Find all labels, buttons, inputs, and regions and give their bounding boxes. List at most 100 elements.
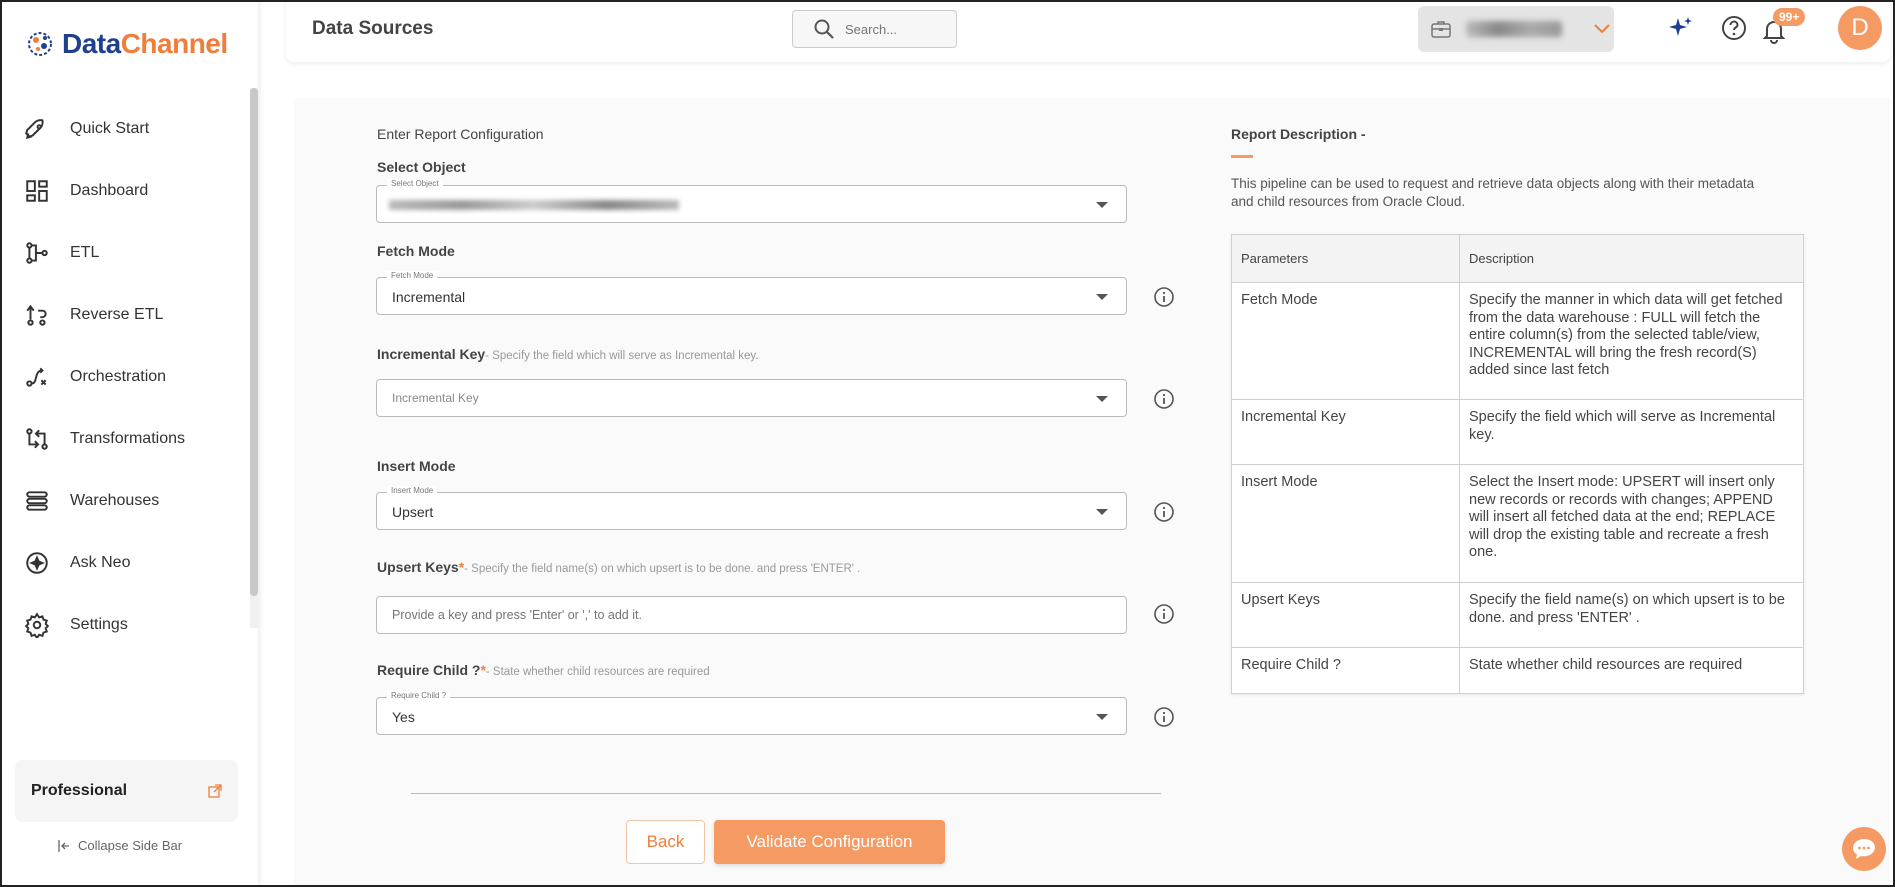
table-row: Upsert Keys Specify the field name(s) on… [1231, 582, 1804, 648]
param-cell: Incremental Key [1231, 399, 1460, 465]
sparkle-ai-icon[interactable] [1666, 14, 1694, 42]
sidebar-item-label: Reverse ETL [70, 306, 164, 323]
sidebar-item-label: Ask Neo [70, 554, 131, 571]
plan-card[interactable]: Professional [15, 760, 238, 822]
chevron-down-icon [1594, 24, 1610, 34]
validate-configuration-button[interactable]: Validate Configuration [714, 820, 945, 864]
collapse-sidebar-button[interactable]: Collapse Side Bar [58, 838, 182, 853]
info-icon[interactable] [1153, 706, 1175, 728]
sidebar-item-label: Orchestration [70, 368, 167, 385]
sidebar-item-label: Dashboard [70, 182, 149, 199]
param-cell: Upsert Keys [1231, 582, 1460, 648]
sidebar: DataChannel Quick Start Dashboard ETL Re… [0, 0, 258, 887]
upsert-keys-input[interactable] [377, 597, 1126, 633]
logo[interactable]: DataChannel [24, 28, 228, 60]
sidebar-item-dashboard[interactable]: Dashboard [0, 160, 250, 222]
logo-icon [28, 32, 52, 56]
upsert-keys-hint: - Specify the field name(s) on which ups… [464, 563, 861, 575]
require-child-value: Yes [392, 709, 415, 725]
fetch-mode-dropdown[interactable]: Fetch Mode Incremental [376, 271, 1127, 315]
external-link-icon[interactable] [208, 784, 222, 798]
upsert-keys-label-text: Upsert Keys [377, 559, 459, 575]
caret-down-icon [1096, 396, 1108, 402]
transformations-icon [26, 428, 48, 450]
logo-text-channel: Channel [120, 28, 228, 59]
top-header: Data Sources 99+ D [286, 0, 1890, 62]
table-header-row: Parameters Description [1231, 234, 1804, 283]
table-header-cell: Description [1459, 234, 1804, 283]
insert-mode-label: Insert Mode [377, 458, 456, 474]
search-box[interactable] [792, 10, 957, 48]
require-child-dropdown[interactable]: Require Child ? Yes [376, 691, 1127, 735]
caret-down-icon [1096, 202, 1108, 208]
sidebar-item-warehouses[interactable]: Warehouses [0, 470, 250, 532]
account-name-redacted [1466, 21, 1562, 37]
fetch-mode-label: Fetch Mode [377, 243, 455, 259]
require-child-float-label: Require Child ? [387, 691, 451, 700]
sidebar-item-reverse-etl[interactable]: Reverse ETL [0, 284, 250, 346]
fetch-mode-float-label: Fetch Mode [387, 271, 438, 280]
incremental-key-placeholder: Incremental Key [392, 391, 479, 405]
incremental-key-label: Incremental Key- Specify the field which… [377, 346, 759, 362]
select-object-value-redacted [389, 200, 679, 210]
chat-icon [1853, 839, 1875, 859]
incremental-key-label-text: Incremental Key [377, 346, 486, 362]
table-row: Incremental Key Specify the field which … [1231, 399, 1804, 465]
upsert-keys-label: Upsert Keys*- Specify the field name(s) … [377, 559, 860, 575]
sidebar-item-label: Warehouses [70, 492, 160, 509]
desc-cell: Specify the field name(s) on which upser… [1459, 582, 1804, 648]
sidebar-item-etl[interactable]: ETL [0, 222, 250, 284]
report-description-text: This pipeline can be used to request and… [1231, 176, 1755, 209]
table-header-cell: Parameters [1231, 234, 1460, 283]
info-icon[interactable] [1153, 501, 1175, 523]
logo-text-data: Data [62, 28, 121, 59]
info-icon[interactable] [1153, 603, 1175, 625]
sidebar-item-transformations[interactable]: Transformations [0, 408, 250, 470]
sidebar-nav: Quick Start Dashboard ETL Reverse ETL Or… [0, 98, 250, 656]
sidebar-item-settings[interactable]: Settings [0, 594, 250, 656]
table-row: Insert Mode Select the Insert mode: UPSE… [1231, 464, 1804, 583]
avatar[interactable]: D [1838, 6, 1882, 50]
help-icon[interactable] [1720, 14, 1748, 42]
gear-icon [24, 612, 50, 638]
sidebar-item-label: Transformations [70, 430, 185, 447]
desc-cell: State whether child resources are requir… [1459, 647, 1804, 694]
sidebar-item-orchestration[interactable]: Orchestration [0, 346, 250, 408]
sidebar-item-label: ETL [70, 244, 100, 261]
param-cell: Require Child ? [1231, 647, 1460, 694]
report-description-title: Report Description - [1231, 126, 1366, 142]
back-button[interactable]: Back [626, 820, 705, 864]
upsert-keys-field[interactable] [376, 596, 1127, 634]
desc-cell: Specify the field which will serve as In… [1459, 399, 1804, 465]
caret-down-icon [1096, 294, 1108, 300]
insert-mode-dropdown[interactable]: Insert Mode Upsert [376, 486, 1127, 530]
caret-down-icon [1096, 714, 1108, 720]
require-child-hint: - State whether child resources are requ… [485, 666, 710, 678]
collapse-left-icon [58, 839, 69, 852]
sidebar-item-ask-neo[interactable]: Ask Neo [0, 532, 250, 594]
table-row: Fetch Mode Specify the manner in which d… [1231, 282, 1804, 400]
sidebar-item-quick-start[interactable]: Quick Start [0, 98, 250, 160]
incremental-key-hint: - Specify the field which will serve as … [485, 350, 759, 362]
sidebar-scrollbar-thumb[interactable] [250, 88, 258, 596]
select-object-label: Select Object [377, 159, 466, 175]
chat-support-button[interactable] [1842, 827, 1886, 871]
require-child-label-text: Require Child ? [377, 662, 481, 678]
account-selector[interactable] [1418, 6, 1614, 52]
page-title: Data Sources [312, 18, 434, 39]
info-icon[interactable] [1153, 388, 1175, 410]
param-cell: Insert Mode [1231, 464, 1460, 583]
plan-name: Professional [31, 782, 128, 799]
etl-icon [26, 242, 48, 264]
search-icon [814, 19, 834, 39]
section-title: Enter Report Configuration [377, 126, 544, 142]
param-cell: Fetch Mode [1231, 282, 1460, 400]
select-object-dropdown[interactable]: Select Object [376, 179, 1127, 223]
require-child-label: Require Child ?*- State whether child re… [377, 662, 710, 678]
form-divider [411, 793, 1161, 794]
info-icon[interactable] [1153, 286, 1175, 308]
ask-neo-icon [26, 552, 48, 574]
incremental-key-dropdown[interactable]: Incremental Key [376, 379, 1127, 417]
search-input[interactable] [845, 21, 945, 37]
collapse-label: Collapse Side Bar [78, 838, 183, 853]
